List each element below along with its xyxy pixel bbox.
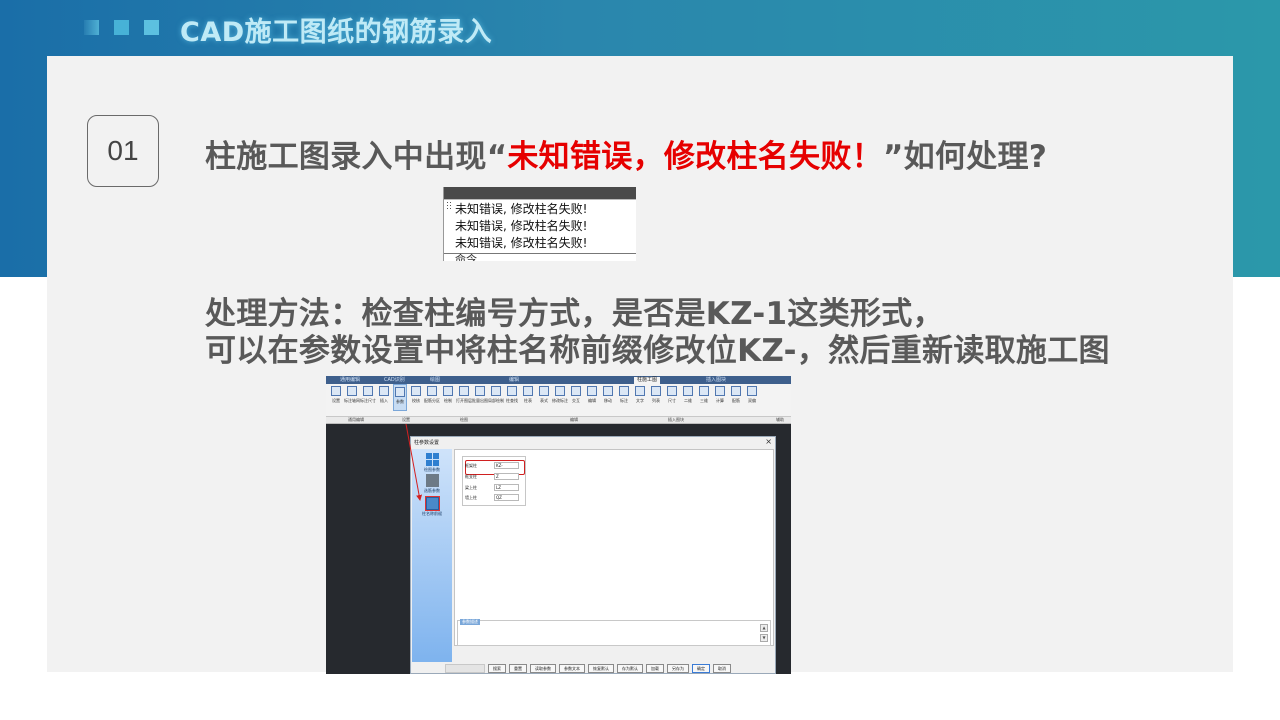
decor-square-icon (144, 20, 159, 35)
error-log-line: 未知错误, 修改柱名失败! (455, 202, 588, 216)
command-line: 命令 (455, 253, 477, 262)
error-log-line: 未知错误, 修改柱名失败! (455, 236, 588, 250)
decor-square-icon (114, 20, 129, 35)
decor-square-icon (84, 20, 99, 35)
solution-line-2: 可以在参数设置中将柱名称前缀修改位KZ-，然后重新读取施工图 (205, 333, 1110, 369)
question-number: 01 (87, 115, 159, 187)
error-log-screenshot: 未知错误, 修改柱名失败! 未知错误, 修改柱名失败! 未知错误, 修改柱名失败… (443, 187, 636, 261)
cad-screenshot: 通用编辑 CAD识别 绘图 编辑 柱施工图 插入图块 设置 标注轴网 标注尺寸 … (326, 376, 791, 674)
solution-line-1: 处理方法：检查柱编号方式，是否是KZ-1这类形式， (205, 296, 944, 332)
question-suffix: ”如何处理? (882, 139, 1048, 175)
question-text: 柱施工图录入中出现“未知错误，修改柱名失败！”如何处理? (205, 131, 1047, 176)
question-prefix: 柱施工图录入中出现“ (205, 139, 508, 175)
slide-title: CAD施工图纸的钢筋录入 (180, 17, 493, 48)
callout-arrow (405, 423, 423, 501)
solution-text: 处理方法：检查柱编号方式，是否是KZ-1这类形式， 可以在参数设置中将柱名称前缀… (205, 296, 1110, 370)
error-log-titlebar (444, 187, 636, 200)
error-log-line: 未知错误, 修改柱名失败! (455, 219, 588, 233)
title-decoration (84, 20, 159, 35)
arrow-line (405, 423, 423, 501)
grip-icon (446, 201, 451, 209)
question-highlight: 未知错误，修改柱名失败！ (507, 139, 883, 175)
